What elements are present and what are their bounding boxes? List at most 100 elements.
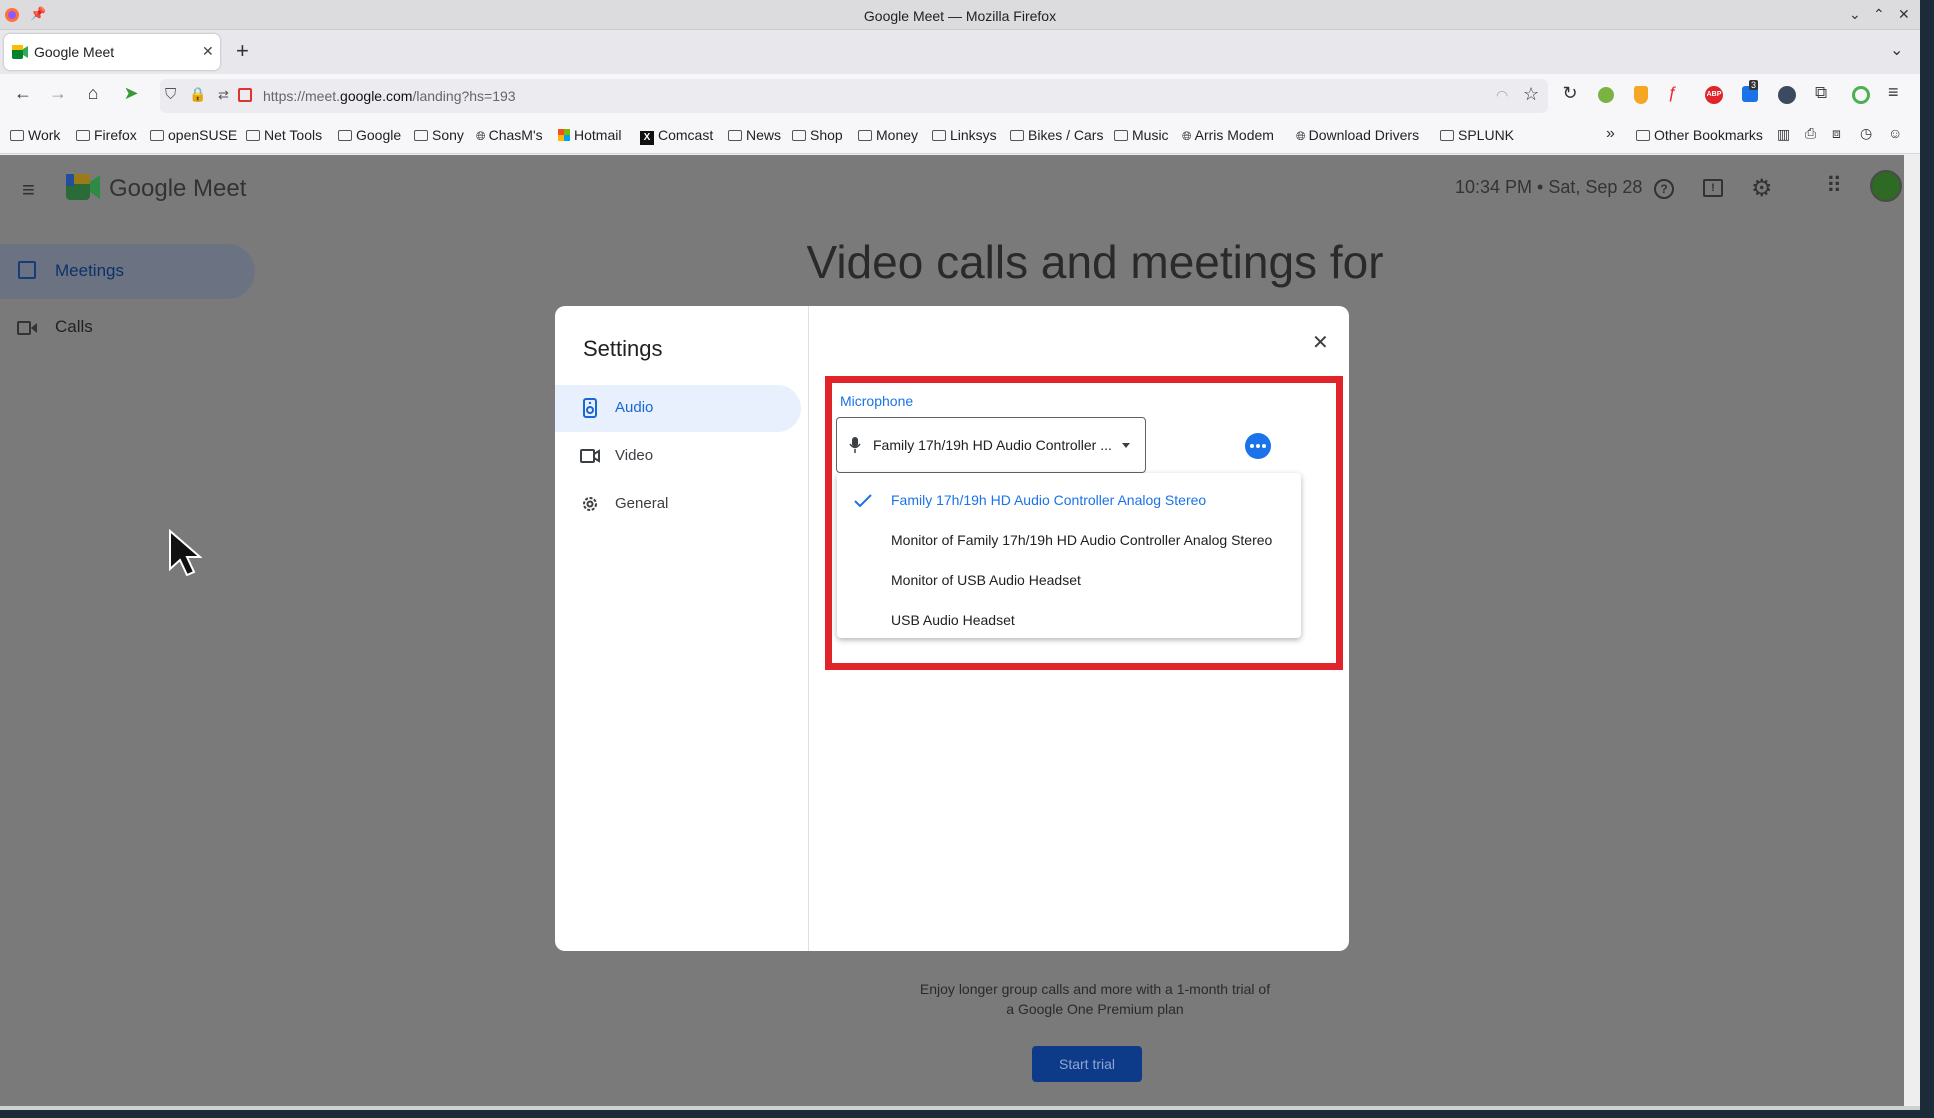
bookmark-music[interactable]: Music bbox=[1114, 127, 1169, 143]
option-monitor-analog-stereo[interactable]: Monitor of Family 17h/19h HD Audio Contr… bbox=[837, 521, 1301, 561]
apps-grid-icon[interactable]: ⠿ bbox=[1826, 173, 1842, 199]
bookmark-label: ChasM's bbox=[488, 127, 543, 143]
videocam-lens bbox=[31, 323, 37, 333]
bookmark-label: Arris Modem bbox=[1194, 127, 1274, 143]
url-prefix: https://meet. bbox=[263, 88, 341, 104]
permissions-icon[interactable]: ⇄ bbox=[218, 87, 229, 103]
other-bookmarks[interactable]: Other Bookmarks bbox=[1636, 127, 1763, 143]
ext-flash-icon[interactable]: ƒ bbox=[1668, 83, 1677, 103]
folder-icon bbox=[1440, 130, 1454, 141]
bookmark-linksys[interactable]: Linksys bbox=[932, 127, 997, 143]
bookmark-bikes-cars[interactable]: Bikes / Cars bbox=[1010, 127, 1103, 143]
bookmark-splunk[interactable]: SPLUNK bbox=[1440, 127, 1514, 143]
more-options-icon[interactable] bbox=[1245, 433, 1271, 459]
bookmark-work[interactable]: Work bbox=[10, 127, 60, 143]
bookmark-label: SPLUNK bbox=[1458, 127, 1515, 143]
bookmark-label: Linksys bbox=[950, 127, 997, 143]
bookmark-money[interactable]: Money bbox=[858, 127, 918, 143]
window-bottom-edge bbox=[0, 1106, 1920, 1110]
adblock-icon[interactable]: ABP bbox=[1705, 86, 1723, 104]
tab-google-meet[interactable]: Google Meet ✕ bbox=[4, 34, 220, 70]
account-icon[interactable]: ☺ bbox=[1888, 125, 1902, 141]
bookmark-star-icon[interactable]: ☆ bbox=[1523, 84, 1539, 105]
bookmark-label: Google bbox=[356, 127, 402, 143]
maximize-icon[interactable]: ⌃ bbox=[1873, 6, 1885, 23]
camera-permission-icon[interactable] bbox=[238, 88, 252, 102]
url-bar[interactable]: ⛉ 🔒 ⇄ https://meet.google.com/landing?hs… bbox=[160, 79, 1548, 113]
forward-button[interactable]: → bbox=[45, 83, 71, 104]
tab-video[interactable]: Video bbox=[555, 433, 801, 480]
minimize-icon[interactable]: ⌄ bbox=[1849, 6, 1861, 23]
nav-calls-label: Calls bbox=[55, 317, 93, 336]
folder-icon bbox=[76, 130, 90, 141]
reload-button[interactable]: ↻ bbox=[1557, 83, 1583, 104]
start-trial-button[interactable]: Start trial bbox=[1032, 1046, 1142, 1082]
back-button[interactable]: ← bbox=[10, 83, 36, 104]
history-icon[interactable]: ◷ bbox=[1860, 125, 1872, 142]
folder-icon bbox=[1636, 130, 1650, 141]
option-usb-headset[interactable]: USB Audio Headset bbox=[837, 601, 1301, 641]
bookmark-chasm-s[interactable]: 🌐︎ ChasM's bbox=[476, 127, 543, 144]
option-label: USB Audio Headset bbox=[891, 612, 1015, 628]
option-monitor-usb-headset[interactable]: Monitor of USB Audio Headset bbox=[837, 561, 1301, 601]
close-window-icon[interactable]: ✕ bbox=[1898, 6, 1910, 23]
bookmark-google[interactable]: Google bbox=[338, 127, 401, 143]
close-tab-icon[interactable]: ✕ bbox=[202, 43, 214, 60]
ext-ring-icon[interactable] bbox=[1852, 86, 1870, 104]
main-menu-icon[interactable]: ≡ bbox=[22, 177, 35, 203]
extensions-icon[interactable]: ⧉ bbox=[1815, 83, 1827, 103]
ext-shield-icon[interactable] bbox=[1634, 86, 1648, 104]
bookmark-label: Bikes / Cars bbox=[1028, 127, 1104, 143]
microsoft-icon bbox=[558, 129, 570, 141]
bookmark-news[interactable]: News bbox=[728, 127, 781, 143]
reader-icon[interactable]: ◠ bbox=[1496, 87, 1508, 104]
meet-brand[interactable]: Google Meet bbox=[109, 175, 246, 203]
settings-title: Settings bbox=[583, 336, 663, 361]
sidebar-icon[interactable]: ▥ bbox=[1777, 126, 1790, 143]
ext-dark-icon[interactable] bbox=[1778, 86, 1796, 104]
settings-gear-icon[interactable]: ⚙ bbox=[1751, 174, 1773, 203]
close-dialog-button[interactable]: ✕ bbox=[1312, 330, 1329, 355]
tab-general[interactable]: General bbox=[555, 481, 801, 528]
nav-meetings[interactable]: Meetings bbox=[0, 244, 255, 299]
dot-2 bbox=[1256, 444, 1260, 448]
bookmark-net-tools[interactable]: Net Tools bbox=[246, 127, 322, 143]
ext-green-icon[interactable] bbox=[1598, 87, 1614, 103]
bookmark-arris-modem[interactable]: 🌐︎ Arris Modem bbox=[1182, 127, 1274, 144]
home-button[interactable]: ⌂ bbox=[80, 83, 106, 104]
microphone-select[interactable]: Family 17h/19h HD Audio Controller ... bbox=[836, 417, 1146, 473]
url-text[interactable]: https://meet.google.com/landing?hs=193 bbox=[263, 88, 516, 104]
option-analog-stereo[interactable]: Family 17h/19h HD Audio Controller Analo… bbox=[837, 481, 1301, 521]
tab-video-label: Video bbox=[615, 447, 654, 464]
window-titlebar: 📌 Google Meet — Mozilla Firefox ⌄ ⌃ ✕ bbox=[0, 0, 1920, 30]
bookmark-label: Hotmail bbox=[574, 127, 622, 143]
shield-icon[interactable]: ⛉ bbox=[165, 86, 176, 103]
page-scrollbar[interactable] bbox=[1904, 155, 1920, 1106]
settings-dialog: Settings Audio Video General ✕ Microphon… bbox=[555, 306, 1349, 951]
dot-1 bbox=[1250, 444, 1254, 448]
tab-list-icon[interactable]: ⌄ bbox=[1890, 40, 1903, 60]
extension-green-icon[interactable]: ➤ bbox=[118, 83, 144, 104]
help-icon[interactable]: ? bbox=[1654, 179, 1674, 199]
bookmark-comcast[interactable]: X Comcast bbox=[640, 127, 713, 145]
screenshot-icon[interactable]: ⧈ bbox=[1832, 125, 1841, 142]
bookmark-label: Music bbox=[1132, 127, 1169, 143]
tab-strip: Google Meet ✕ + ⌄ bbox=[0, 30, 1920, 74]
bookmark-download-drivers[interactable]: 🌐︎ Download Drivers bbox=[1296, 127, 1419, 144]
tab-title: Google Meet bbox=[34, 44, 115, 60]
feedback-icon[interactable]: ! bbox=[1703, 179, 1723, 197]
print-icon[interactable]: ⎙ bbox=[1805, 125, 1816, 142]
bookmark-hotmail[interactable]: Hotmail bbox=[558, 127, 621, 143]
bookmark-sony[interactable]: Sony bbox=[414, 127, 464, 143]
lock-icon[interactable]: 🔒 bbox=[189, 86, 206, 103]
nav-meetings-label: Meetings bbox=[55, 261, 124, 280]
bookmark-shop[interactable]: Shop bbox=[792, 127, 843, 143]
app-menu-icon[interactable]: ≡ bbox=[1888, 82, 1899, 103]
avatar[interactable] bbox=[1870, 170, 1902, 202]
bookmark-opensuse[interactable]: openSUSE bbox=[150, 127, 237, 143]
bookmark-firefox[interactable]: Firefox bbox=[76, 127, 137, 143]
tab-audio[interactable]: Audio bbox=[555, 385, 801, 432]
new-tab-button[interactable]: + bbox=[236, 38, 249, 64]
nav-calls[interactable]: Calls bbox=[0, 300, 255, 355]
more-bookmarks-icon[interactable]: » bbox=[1606, 125, 1615, 143]
